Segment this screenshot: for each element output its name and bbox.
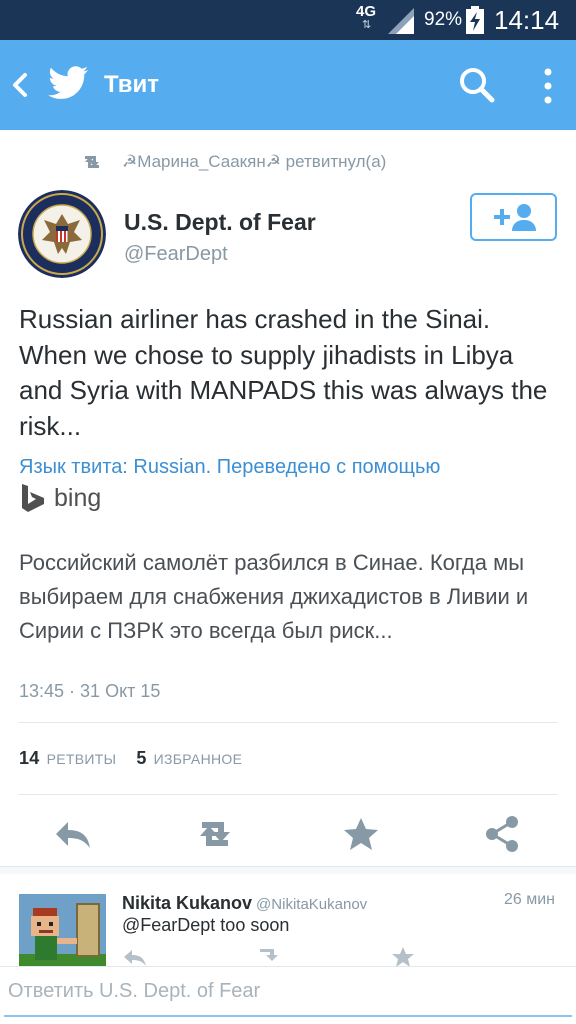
tweet-actions	[0, 806, 576, 862]
reply-avatar[interactable]	[19, 894, 106, 966]
reply-author[interactable]: Nikita Kukanov @NikitaKukanov	[122, 892, 367, 916]
author-name[interactable]: U.S. Dept. of Fear	[124, 208, 316, 236]
retweet-icon	[85, 156, 99, 168]
clock: 14:14	[494, 5, 560, 35]
search-icon[interactable]	[458, 66, 496, 104]
reply-input[interactable]	[0, 967, 576, 1015]
reply-time: 26 мин	[504, 891, 556, 908]
divider	[19, 794, 557, 795]
divider	[19, 722, 557, 723]
author-handle[interactable]: @FearDept	[124, 242, 228, 266]
favorites-label[interactable]: ИЗБРАННОЕ	[154, 751, 243, 767]
reply-retweet-icon[interactable]	[256, 946, 282, 966]
bing-logo-icon	[22, 484, 44, 512]
data-activity-icon: ⇅	[362, 19, 372, 31]
share-icon[interactable]	[482, 814, 524, 854]
network-type: 4G	[356, 3, 377, 20]
overflow-menu-icon[interactable]	[540, 66, 556, 106]
reply-author-name: Nikita Kukanov	[122, 893, 253, 913]
tweet-timestamp: 13:45 · 31 Окт 15	[19, 681, 161, 701]
retweet-context[interactable]: ☭Марина_Саакян☭ ретвитнул(а)	[80, 150, 386, 174]
retweets-count[interactable]: 14	[19, 748, 40, 769]
follow-button[interactable]	[470, 193, 557, 241]
screen-title: Твит	[104, 71, 160, 98]
section-separator	[0, 866, 576, 874]
tweet-stats: 14 РЕТВИТЫ 5 ИЗБРАННОЕ	[19, 748, 262, 772]
author-avatar[interactable]	[18, 190, 106, 278]
add-user-icon	[494, 204, 536, 231]
retweet-context-text: ☭Марина_Саакян☭ ретвитнул(а)	[122, 152, 387, 171]
app-bar: Твит	[0, 40, 576, 130]
reply-text: @FearDept too soon	[122, 915, 290, 935]
favorite-star-icon[interactable]	[340, 814, 382, 854]
battery-charging-icon	[466, 6, 484, 34]
reply-reply-icon[interactable]	[122, 946, 148, 966]
translation-provider-name: bing	[54, 484, 102, 512]
reply-author-handle: @NikitaKukanov	[256, 896, 368, 913]
reply-composer	[0, 966, 576, 1024]
retweets-label[interactable]: РЕТВИТЫ	[47, 751, 117, 767]
reply-icon[interactable]	[52, 814, 94, 854]
back-arrow-icon[interactable]	[10, 70, 30, 100]
input-underline	[4, 1015, 572, 1017]
reply-favorite-icon[interactable]	[390, 946, 416, 966]
favorites-count[interactable]: 5	[136, 748, 146, 769]
signal-icon	[388, 8, 414, 34]
status-bar: 4G ⇅ 92% 14:14	[0, 0, 576, 40]
twitter-bird-icon[interactable]	[48, 64, 90, 104]
translation-provider[interactable]: bing	[20, 482, 101, 514]
battery-percent: 92%	[424, 9, 463, 30]
retweet-icon[interactable]	[194, 814, 236, 854]
tweet-text: Russian airliner has crashed in the Sina…	[19, 304, 548, 441]
translated-text: Российский самолёт разбился в Синае. Ког…	[19, 550, 529, 643]
translation-note[interactable]: Язык твита: Russian. Переведено с помощь…	[19, 454, 440, 480]
reply-tweet[interactable]: Nikita Kukanov @NikitaKukanov 26 мин @Fea…	[0, 874, 576, 966]
